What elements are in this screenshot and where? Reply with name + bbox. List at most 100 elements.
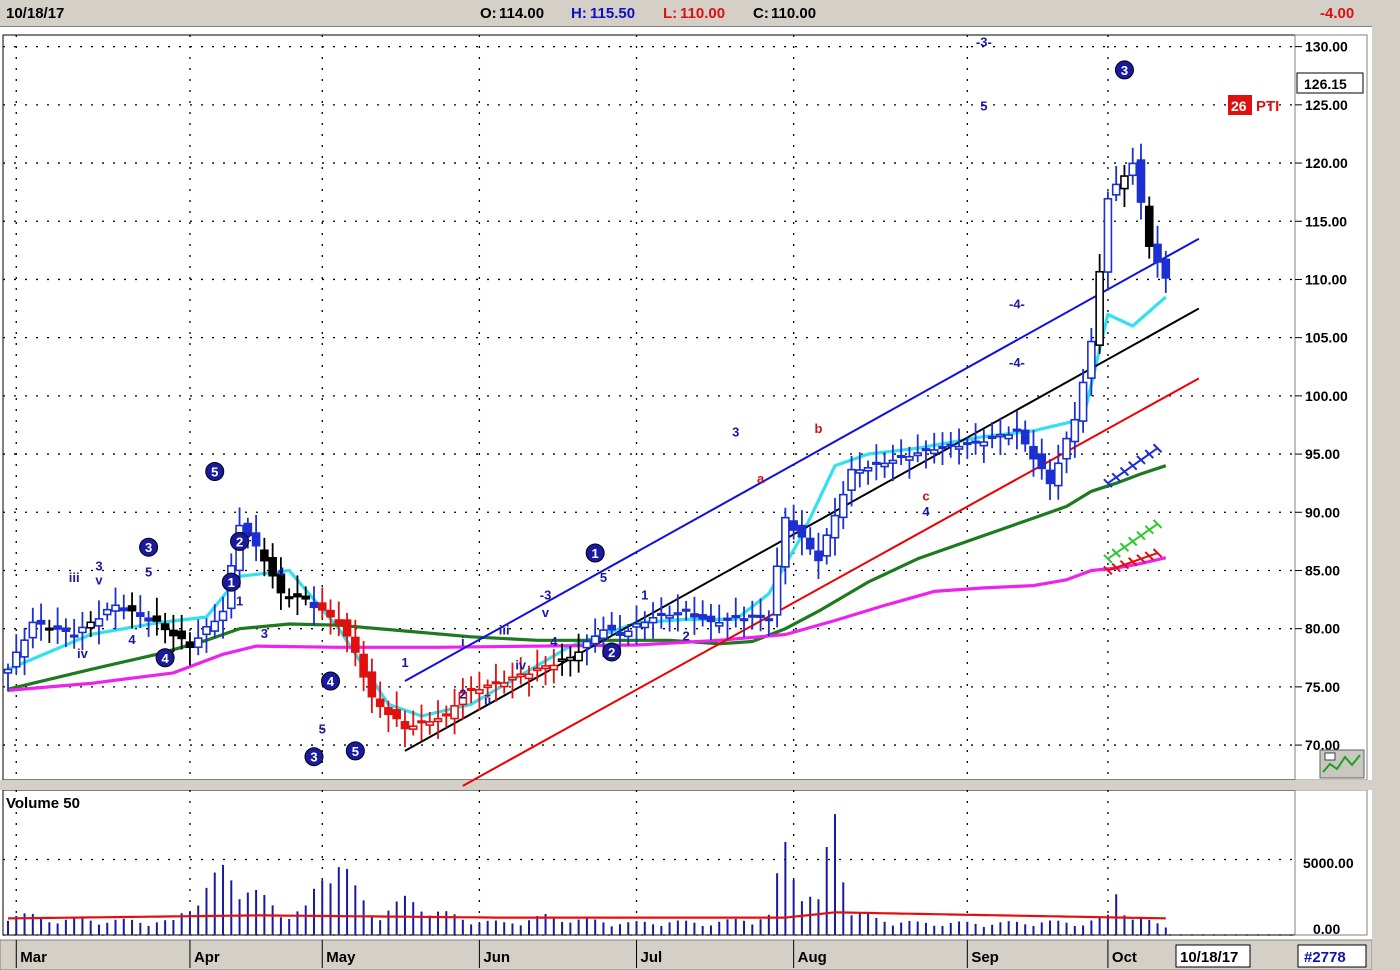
- price-bar-body: [805, 537, 815, 550]
- price-bar-body: [400, 721, 410, 730]
- price-bar-body: [698, 614, 707, 620]
- right-scroll-area[interactable]: [1372, 0, 1400, 970]
- price-bar-body: [499, 682, 509, 688]
- wave-label: 5: [319, 721, 326, 736]
- price-bar-body: [781, 516, 790, 568]
- price-bar-body: [1037, 453, 1047, 470]
- price-bar-body: [797, 524, 807, 538]
- wave-label: 4: [922, 504, 930, 519]
- price-bar-body: [466, 687, 476, 692]
- price-bar-body: [516, 673, 526, 678]
- price-bar-body: [648, 616, 658, 624]
- price-bar-body: [36, 619, 46, 625]
- y-tick-label: 125.00: [1305, 97, 1348, 113]
- price-bar-body: [814, 550, 823, 562]
- x-month-label: Apr: [194, 949, 220, 966]
- price-bar-body: [574, 651, 583, 662]
- price-bar-body: [607, 624, 617, 631]
- svg-text:2: 2: [608, 645, 615, 660]
- price-bar-body: [20, 639, 29, 658]
- y-tick-label: 75.00: [1305, 679, 1340, 695]
- wave-label: -4-: [1009, 297, 1025, 312]
- price-bar-body: [152, 615, 162, 622]
- chart-id: #2778: [1304, 949, 1346, 966]
- price-bar-body: [954, 445, 964, 450]
- chart-thumbnail-icon[interactable]: [1319, 749, 1365, 779]
- price-bar-body: [739, 618, 749, 622]
- wave-label: b: [814, 421, 822, 436]
- wave-label: iii: [499, 622, 510, 637]
- price-bar-body: [847, 468, 856, 491]
- price-bar-body: [45, 627, 54, 631]
- price-bar-body: [491, 681, 501, 685]
- y-tick-label: 100.00: [1305, 388, 1348, 404]
- price-bar-body: [1103, 197, 1113, 273]
- price-bar-body: [905, 455, 914, 461]
- price-bar-body: [657, 612, 666, 616]
- price-bar-body: [921, 448, 931, 452]
- y-tick-label: 110.00: [1305, 271, 1347, 287]
- price-bar-body: [1161, 258, 1171, 279]
- wave-label: 5: [980, 99, 987, 114]
- price-bar-body: [681, 608, 691, 612]
- footer-date: 10/18/17: [1180, 949, 1238, 966]
- price-bar-body: [69, 634, 79, 638]
- wave-label: a: [757, 471, 765, 486]
- x-month-label: Mar: [20, 949, 47, 966]
- volume-tick-5000: 5000.00: [1303, 855, 1354, 871]
- svg-text:3: 3: [310, 750, 317, 765]
- price-bar-body: [714, 621, 724, 627]
- wave-label: i: [461, 634, 465, 649]
- price-bar-body: [996, 433, 1005, 438]
- wave-label: iv: [77, 646, 89, 661]
- price-bar-body: [690, 613, 699, 618]
- svg-text:5: 5: [211, 465, 218, 480]
- price-bar-body: [450, 705, 459, 720]
- y-tick-label: 80.00: [1305, 621, 1340, 637]
- svg-text:3: 3: [145, 540, 152, 555]
- price-bar-body: [1136, 159, 1146, 203]
- wave-label: 4: [550, 634, 558, 649]
- price-bar-body: [202, 626, 211, 636]
- x-month-label: Sep: [971, 949, 999, 966]
- y-tick-label: 90.00: [1305, 504, 1340, 520]
- wave-label: iii: [69, 570, 80, 585]
- price-bar-body: [731, 615, 741, 619]
- wave-label: 5: [600, 570, 607, 585]
- price-bar-body: [1020, 429, 1030, 445]
- price-bar-body: [317, 602, 327, 611]
- price-bar-body: [392, 709, 401, 720]
- price-bar-body: [61, 627, 71, 633]
- price-bar-body: [929, 449, 939, 455]
- y-tick-label: 85.00: [1305, 562, 1340, 578]
- wave-label: v: [95, 572, 103, 587]
- price-bar-body: [342, 619, 352, 637]
- price-bar-body: [367, 671, 377, 698]
- price-bar-body: [557, 658, 567, 662]
- wave-label: -3: [540, 588, 552, 603]
- price-bar-body: [1053, 462, 1063, 487]
- price-bar-body: [111, 604, 120, 612]
- price-bar-body: [1087, 340, 1096, 379]
- pti-label: PTI: [1256, 98, 1279, 115]
- price-bar-body: [1070, 418, 1080, 443]
- price-bar-body: [640, 621, 650, 629]
- price-bar-body: [433, 717, 443, 723]
- price-bar-body: [177, 630, 186, 640]
- price-bar-body: [524, 673, 534, 680]
- price-bar-body: [3, 668, 13, 674]
- price-bar-body: [218, 610, 228, 622]
- price-bar-body: [11, 651, 21, 668]
- price-bar-body: [979, 441, 989, 447]
- wave-label: v: [542, 605, 550, 620]
- wave-label: -4-: [1009, 355, 1025, 370]
- wave-label: 2: [683, 628, 690, 643]
- price-bar-body: [508, 676, 517, 681]
- wave-label-circled: 3: [139, 537, 159, 557]
- price-bar-body: [747, 614, 757, 618]
- wave-label: 3: [95, 558, 102, 573]
- y-tick-label: 130.00: [1305, 39, 1348, 55]
- price-bar-body: [425, 721, 435, 726]
- panel-separator: [0, 780, 1372, 790]
- price-bar-body: [127, 605, 137, 612]
